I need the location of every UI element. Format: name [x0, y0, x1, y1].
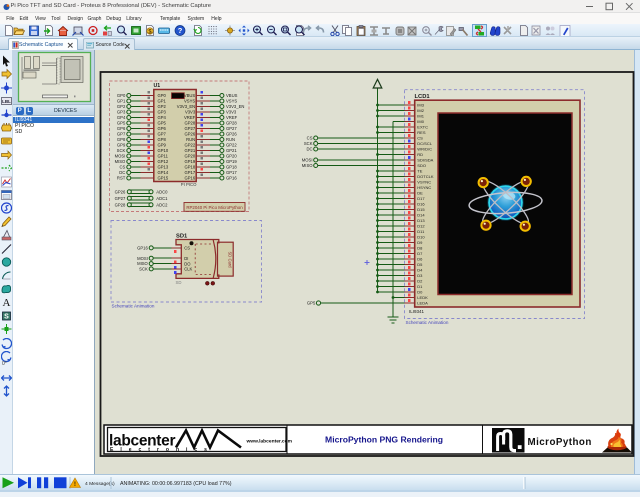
svg-text:S: S — [4, 313, 9, 320]
svg-text:?: ? — [178, 26, 183, 35]
svg-text:ANIMATING: 00:00:06.997183 (CP: ANIMATING: 00:00:06.997183 (CPU load 77%… — [120, 481, 232, 487]
svg-text:A: A — [3, 297, 11, 308]
svg-text:4 Message(s): 4 Message(s) — [85, 481, 115, 487]
svg-text:!: ! — [74, 481, 76, 488]
svg-text:LBL: LBL — [2, 99, 11, 104]
